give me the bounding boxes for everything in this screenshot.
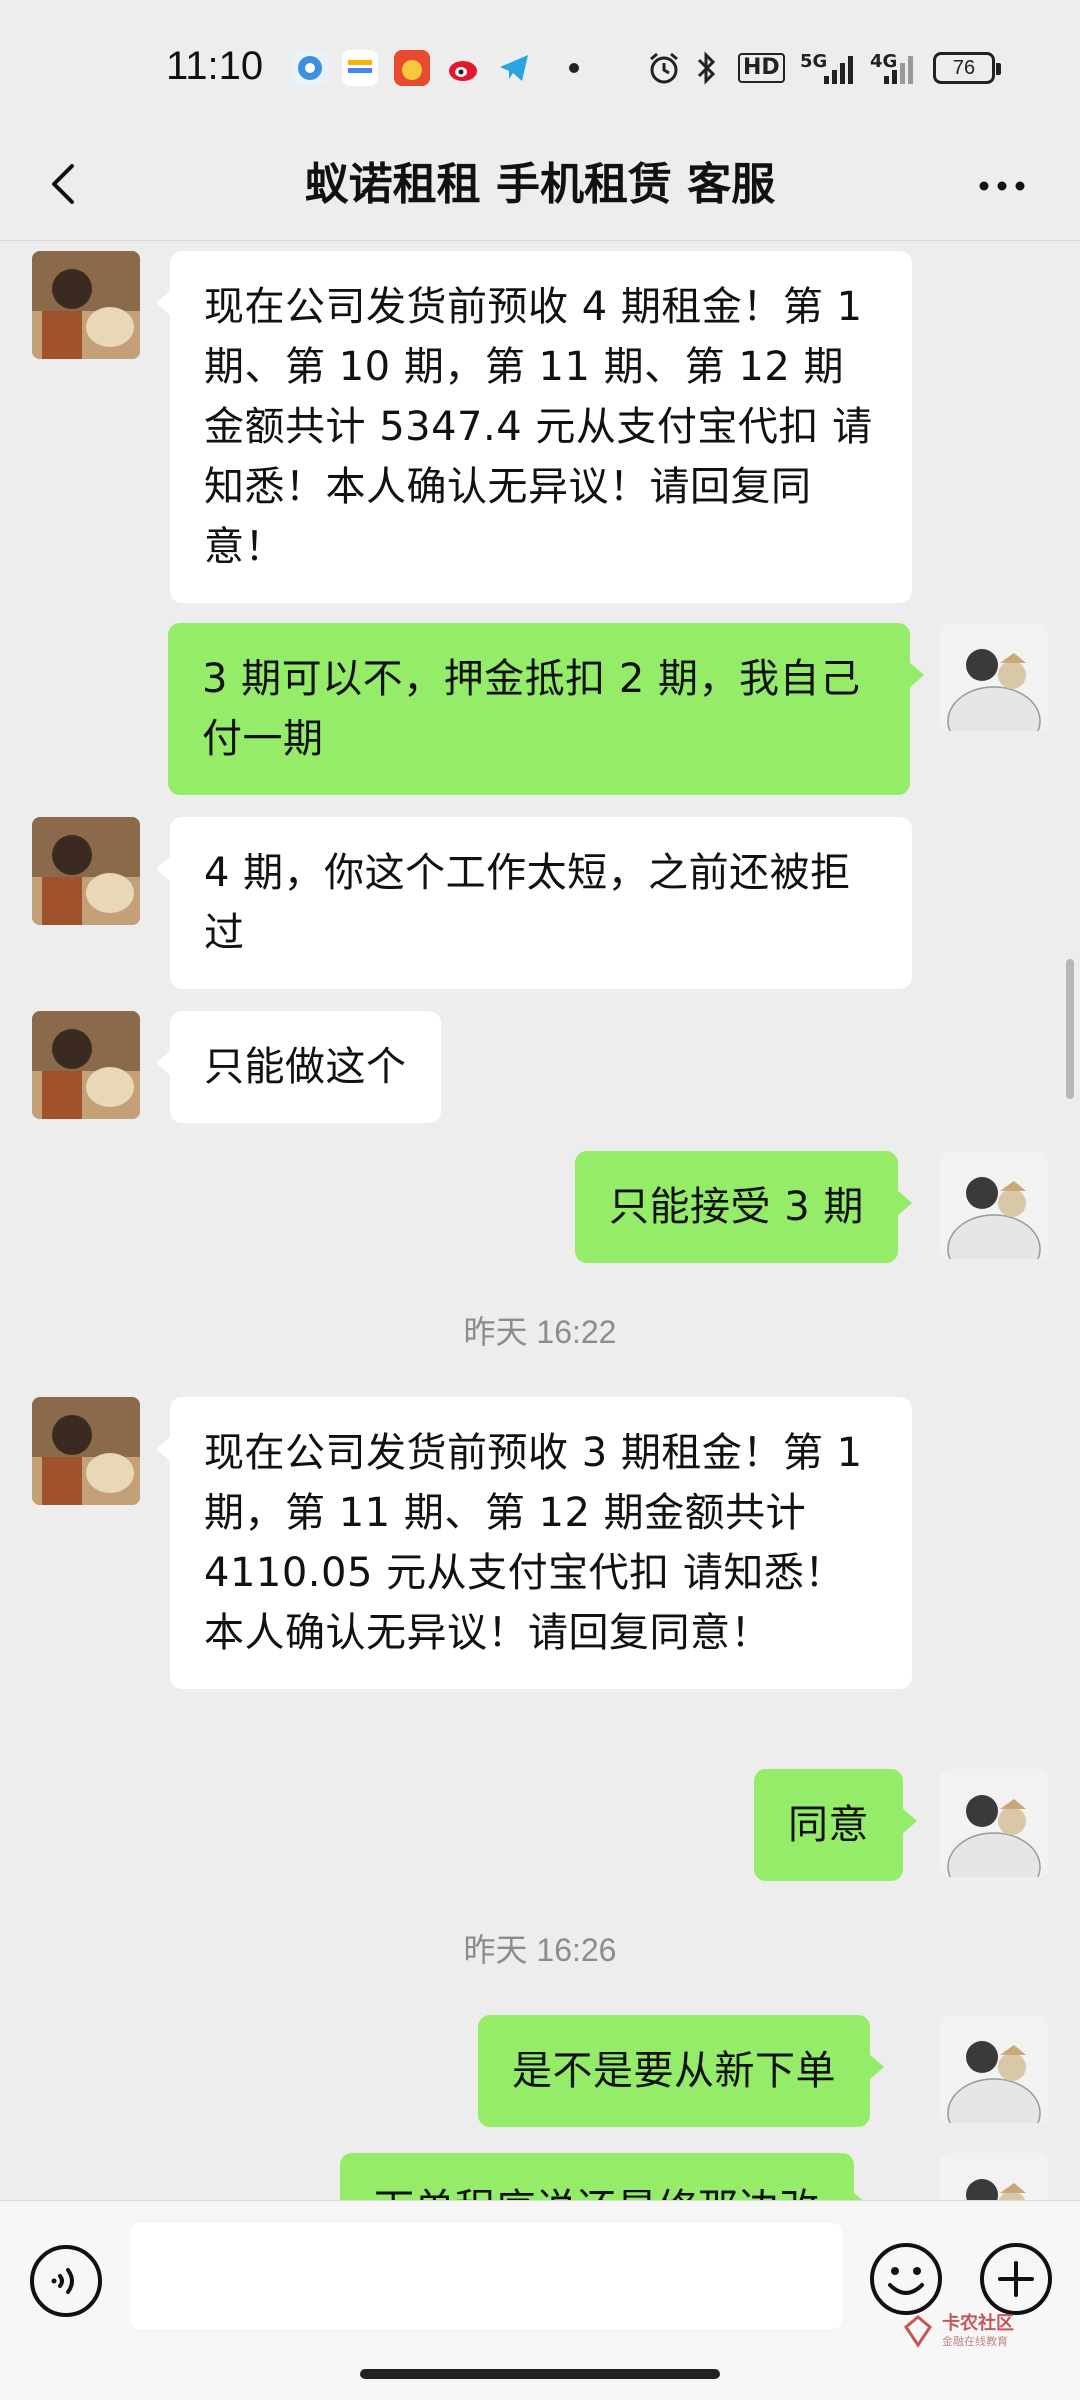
- watermark-title: 卡农社区: [942, 2313, 1014, 2334]
- agent-avatar[interactable]: [32, 1011, 140, 1119]
- message-text: 同意: [788, 1802, 869, 1848]
- message-bubble-outgoing[interactable]: 只能接受 3 期: [575, 1151, 912, 1263]
- bluetooth-icon: [694, 50, 718, 86]
- message-text: 现在公司发货前预收 4 期租金！第 1 期、第 10 期，第 11 期、第 12…: [204, 284, 873, 570]
- chat-title: 蚁诺租租 手机租赁 客服: [304, 159, 776, 210]
- battery-indicator: 76: [933, 52, 1001, 84]
- status-time: 11:10: [166, 44, 264, 88]
- emoji-icon[interactable]: [868, 2241, 944, 2317]
- app-notification-icon-2: [342, 50, 378, 86]
- app-notification-icon-3: [394, 50, 430, 86]
- user-avatar[interactable]: [940, 1769, 1048, 1877]
- app-notification-icon-1: [292, 50, 328, 86]
- message-bubble-incoming[interactable]: 只能做这个: [156, 1011, 441, 1123]
- status-bar: 11:10 HD 5G 4G 76: [0, 0, 1080, 130]
- message-text: 下单程序说还是修那边改: [374, 2186, 820, 2200]
- message-bubble-incoming[interactable]: 现在公司发货前预收 3 期租金！第 1 期，第 11 期、第 12 期金额共计 …: [156, 1397, 912, 1689]
- voice-input-icon[interactable]: [28, 2243, 104, 2319]
- agent-avatar[interactable]: [32, 1397, 140, 1505]
- watermark-subtitle: 金融在线教育: [942, 2335, 1008, 2348]
- watermark-logo: 卡农社区 金融在线教育: [900, 2309, 1070, 2359]
- user-avatar[interactable]: [940, 2015, 1048, 2123]
- more-options-icon[interactable]: [974, 168, 1034, 204]
- user-avatar[interactable]: [940, 1151, 1048, 1259]
- weibo-icon: [446, 50, 482, 86]
- more-notifications-dot: [569, 63, 579, 73]
- message-input[interactable]: [130, 2223, 842, 2329]
- telegram-icon: [496, 50, 532, 86]
- message-text: 只能做这个: [204, 1044, 407, 1090]
- agent-avatar[interactable]: [32, 817, 140, 925]
- message-bubble-outgoing[interactable]: 同意: [754, 1769, 917, 1881]
- chat-header: 蚁诺租租 手机租赁 客服: [0, 130, 1080, 240]
- add-attachment-icon[interactable]: [978, 2241, 1054, 2317]
- message-bubble-outgoing[interactable]: 是不是要从新下单: [478, 2015, 884, 2127]
- alarm-icon: [646, 50, 682, 86]
- message-bubble-incoming[interactable]: 4 期，你这个工作太短，之前还被拒过: [156, 817, 912, 989]
- user-avatar[interactable]: [940, 2153, 1048, 2200]
- message-bubble-incoming[interactable]: 现在公司发货前预收 4 期租金！第 1 期、第 10 期，第 11 期、第 12…: [156, 251, 912, 603]
- message-text: 是不是要从新下单: [512, 2048, 836, 2094]
- message-bubble-outgoing[interactable]: 下单程序说还是修那边改: [340, 2153, 867, 2200]
- message-text: 只能接受 3 期: [609, 1184, 864, 1230]
- signal-5g-icon: [822, 50, 858, 86]
- agent-avatar[interactable]: [32, 251, 140, 359]
- chat-message-list[interactable]: 现在公司发货前预收 4 期租金！第 1 期、第 10 期，第 11 期、第 12…: [0, 241, 1080, 2200]
- message-bubble-outgoing[interactable]: 3 期可以不，押金抵扣 2 期，我自己付一期: [168, 623, 924, 795]
- signal-4g-icon: [882, 50, 918, 86]
- hd-icon: HD: [738, 53, 785, 83]
- message-timestamp: 昨天 16:26: [463, 1932, 617, 1968]
- user-avatar[interactable]: [940, 623, 1048, 731]
- message-text: 现在公司发货前预收 3 期租金！第 1 期，第 11 期、第 12 期金额共计 …: [204, 1430, 863, 1656]
- message-timestamp: 昨天 16:22: [463, 1314, 617, 1350]
- message-text: 4 期，你这个工作太短，之前还被拒过: [204, 850, 851, 956]
- chat-scrollbar[interactable]: [1066, 959, 1074, 1099]
- home-indicator[interactable]: [360, 2369, 720, 2379]
- back-arrow-icon[interactable]: [36, 154, 96, 214]
- message-text: 3 期可以不，押金抵扣 2 期，我自己付一期: [202, 656, 861, 762]
